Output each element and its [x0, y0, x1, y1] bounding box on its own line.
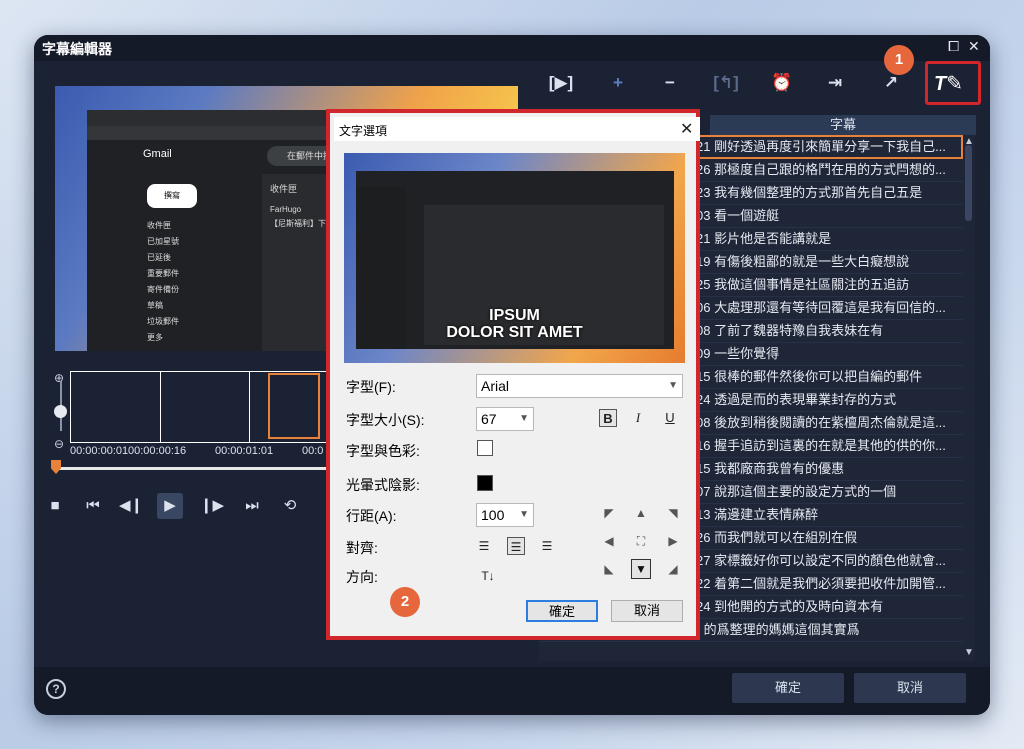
position-bottom-right-icon[interactable]: ◢ — [664, 560, 682, 578]
chevron-down-icon: ▼ — [668, 380, 678, 391]
shadow-color-swatch[interactable] — [477, 475, 493, 491]
position-bottom-left-icon[interactable]: ◣ — [600, 560, 618, 578]
next-frame-button[interactable]: ❙▶ — [199, 493, 225, 519]
zoom-out-icon[interactable]: ⊖ — [54, 437, 64, 451]
direction-label: 方向: — [346, 569, 378, 585]
line-spacing-select[interactable]: 100 ▼ — [476, 503, 534, 527]
italic-button[interactable]: I — [629, 409, 647, 427]
size-label: 字型大小(S): — [346, 412, 425, 428]
scroll-up-icon[interactable]: ▲ — [964, 136, 974, 147]
subtitle-scrollbar-thumb[interactable] — [965, 145, 972, 221]
gmail-nav-item: 草稿 — [147, 301, 163, 310]
previous-frame-button[interactable]: ◀❙ — [118, 493, 144, 519]
gmail-nav-item: 收件匣 — [147, 221, 171, 230]
timecode-label: 00:0 — [302, 445, 324, 457]
import-icon[interactable]: ⇥ — [820, 73, 850, 93]
stop-button[interactable]: ■ — [42, 493, 68, 519]
preview-caption-line2: DOLOR SIT AMET — [446, 324, 583, 341]
window-title: 字幕編輯器 — [42, 41, 112, 57]
chevron-down-icon: ▼ — [519, 413, 529, 424]
dialog-close-icon[interactable]: ✕ — [680, 119, 693, 139]
merge-icon[interactable]: [↰] — [711, 73, 741, 93]
zoom-slider-knob[interactable] — [54, 405, 67, 418]
remove-icon[interactable]: − — [655, 73, 685, 93]
position-top-right-icon[interactable]: ◥ — [664, 504, 682, 522]
ok-button[interactable]: 確定 — [732, 673, 844, 703]
position-bottom-icon[interactable]: ▼ — [631, 559, 651, 579]
step-badge-2: 2 — [390, 587, 420, 617]
text-direction-icon[interactable]: T↓ — [476, 567, 500, 585]
timecode-label: 00:00:01:01 — [215, 445, 274, 457]
text-options-dialog: 文字選項 ✕ IPSUM DOLOR SIT AMET 字型(F): Arial… — [326, 109, 700, 640]
gmail-nav: 收件匣 已加星號 已延後 重要郵件 寄件備份 草稿 垃圾郵件 更多 — [147, 220, 247, 348]
dialog-ok-button[interactable]: 確定 — [526, 600, 598, 622]
position-right-icon[interactable]: ▶ — [664, 532, 682, 550]
align-left-icon[interactable]: ☰ — [475, 537, 493, 555]
subtitle-column-header: 字幕 — [710, 115, 976, 135]
restore-icon[interactable]: ⧠ — [948, 38, 959, 55]
preview-caption-line1: IPSUM — [489, 307, 540, 324]
gmail-nav-item: 重要郵件 — [147, 269, 179, 278]
font-label: 字型(F): — [346, 379, 396, 395]
timeline-selection[interactable] — [268, 373, 320, 439]
play-segment-icon[interactable]: [▶] — [546, 73, 576, 93]
go-to-end-button[interactable]: ⏭ — [239, 493, 265, 519]
align-center-icon[interactable]: ☰ — [507, 537, 525, 555]
go-to-start-button[interactable]: ⏮ — [80, 493, 106, 519]
dialog-cancel-button[interactable]: 取消 — [611, 600, 683, 622]
align-right-icon[interactable]: ☰ — [538, 537, 556, 555]
line-spacing-label: 行距(A): — [346, 508, 397, 524]
gmail-nav-item: 已延後 — [147, 253, 171, 262]
shadow-label: 光暈式陰影: — [346, 477, 420, 493]
export-icon[interactable]: ↗ — [876, 73, 906, 93]
timecode-label: 00:00:00:01 — [70, 445, 129, 457]
font-select[interactable]: Arial ▼ — [476, 374, 683, 398]
alarm-icon[interactable]: ⏰ — [767, 73, 797, 93]
cancel-button[interactable]: 取消 — [854, 673, 966, 703]
position-top-icon[interactable]: ▲ — [632, 504, 650, 522]
title-bar: 字幕編輯器 ⧠ ✕ — [34, 35, 990, 61]
gmail-nav-item: 已加星號 — [147, 237, 179, 246]
position-left-icon[interactable]: ◀ — [600, 532, 618, 550]
underline-button[interactable]: U — [661, 409, 679, 427]
bold-button[interactable]: B — [599, 409, 617, 427]
text-style-icon[interactable]: T✎ — [934, 71, 963, 96]
gmail-nav-item: 寄件備份 — [147, 285, 179, 294]
scroll-down-icon[interactable]: ▼ — [964, 647, 974, 658]
close-icon[interactable]: ✕ — [968, 38, 980, 55]
chevron-down-icon: ▼ — [519, 509, 529, 520]
font-color-swatch[interactable] — [477, 440, 493, 456]
timecode-label: 00:00:00:16 — [128, 445, 187, 457]
size-select[interactable]: 67 ▼ — [476, 407, 534, 431]
gmail-compose: 撰寫 — [147, 184, 197, 208]
gmail-nav-item: 垃圾郵件 — [147, 317, 179, 326]
gmail-nav-item: 更多 — [147, 333, 163, 342]
dialog-title: 文字選項 — [339, 124, 388, 138]
position-top-left-icon[interactable]: ◤ — [600, 504, 618, 522]
repeat-button[interactable]: ⟲ — [277, 493, 303, 519]
seek-handle[interactable] — [51, 460, 61, 474]
position-center-icon[interactable]: ⛶ — [632, 532, 650, 550]
help-icon[interactable]: ? — [46, 679, 66, 699]
dialog-preview: IPSUM DOLOR SIT AMET — [344, 153, 685, 363]
step-badge-1: 1 — [884, 45, 914, 75]
play-button[interactable]: ▶ — [157, 493, 183, 519]
add-icon[interactable]: + — [603, 73, 633, 93]
color-label: 字型與色彩: — [346, 443, 420, 459]
align-label: 對齊: — [346, 540, 378, 556]
dialog-title-bar: 文字選項 ✕ — [334, 117, 700, 141]
gmail-logo: Gmail — [143, 148, 172, 160]
bottom-bar — [34, 667, 990, 715]
